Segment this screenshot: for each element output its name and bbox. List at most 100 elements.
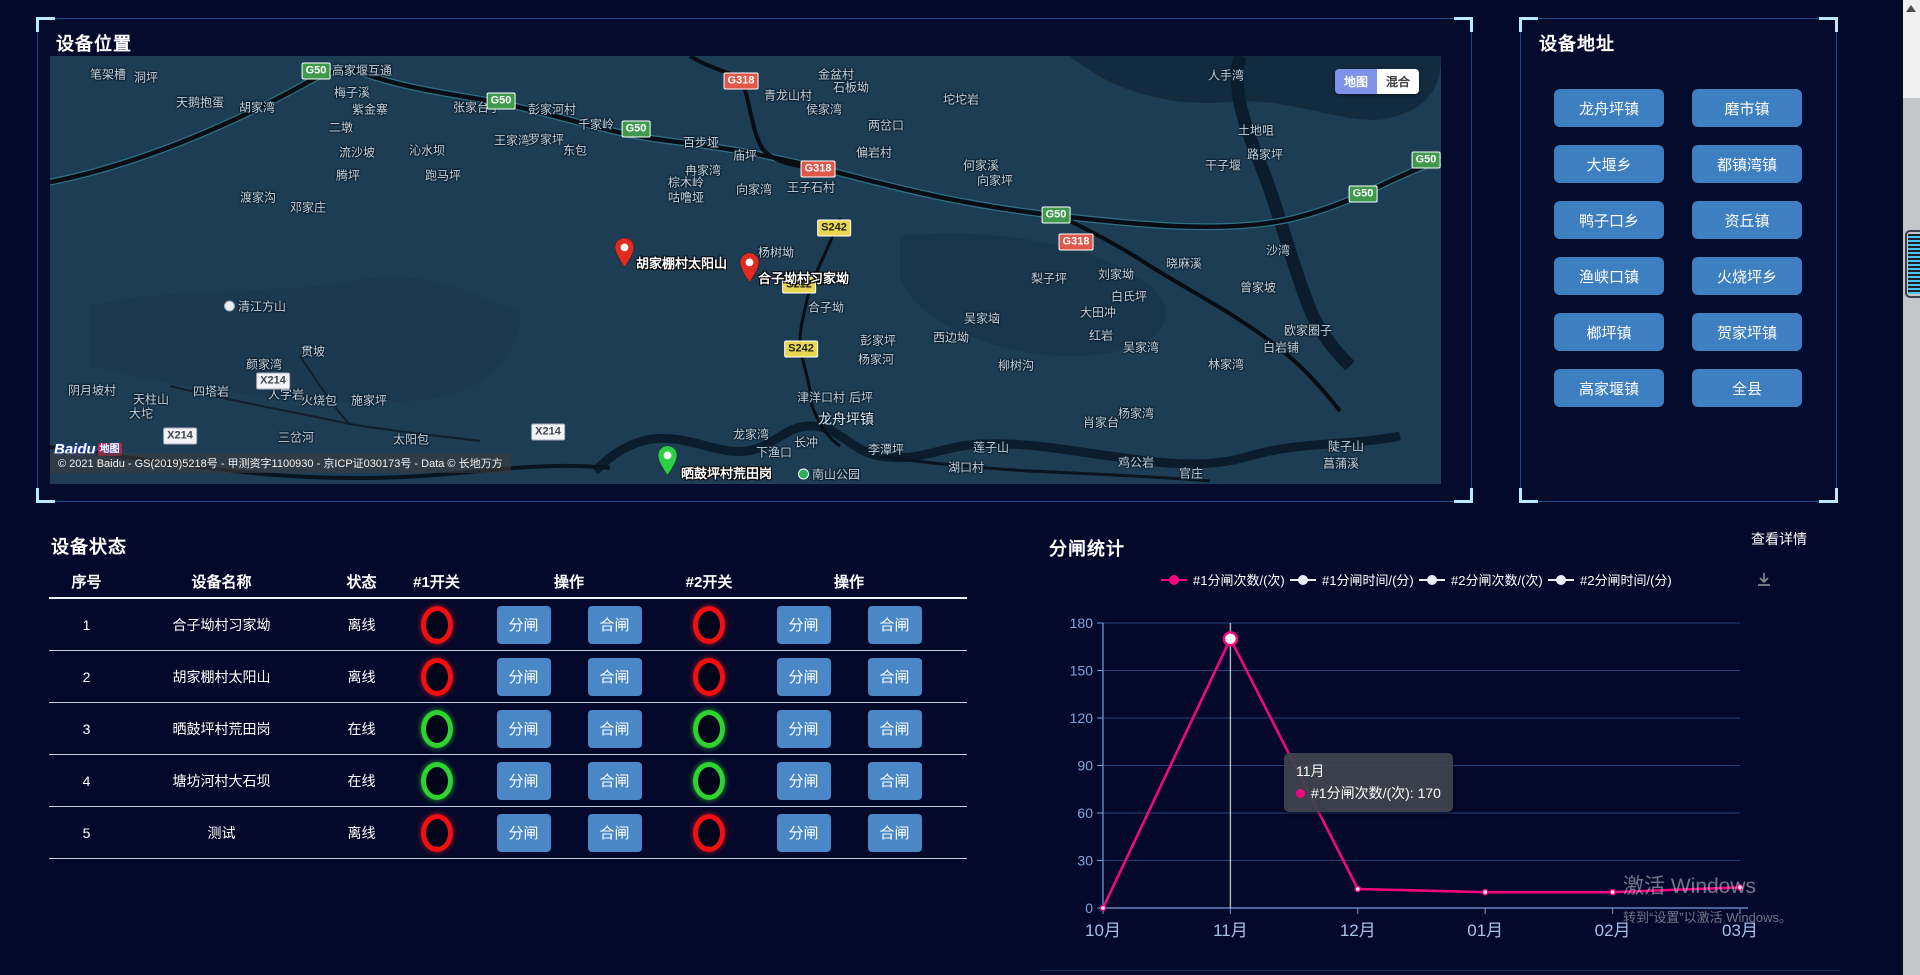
map-place-label: 火烧包 — [301, 392, 337, 409]
address-button-11[interactable]: 高家堰镇 — [1554, 369, 1664, 407]
address-button-12[interactable]: 全县 — [1692, 369, 1802, 407]
cell-status: 离线 — [319, 823, 404, 843]
svg-text:01月: 01月 — [1467, 921, 1503, 940]
map-marker-pin[interactable] — [614, 237, 635, 273]
open-switch-button[interactable]: 分闸 — [497, 814, 551, 852]
open-switch-button[interactable]: 分闸 — [497, 606, 551, 644]
chart-svg[interactable]: 030609012015018010月11月12月01月02月03月 — [1040, 525, 1840, 970]
switch-2-green-indicator-icon — [693, 762, 725, 800]
map-labels: 笔架槽洞坪天鹅抱蛋胡家湾高家堰互通梅子溪紫金寨二墩流沙坡沁水坝王家湾腾坪跑马坪渡… — [50, 56, 1441, 484]
map-marker-pin[interactable] — [739, 252, 760, 288]
close-switch-button[interactable]: 合闸 — [868, 762, 922, 800]
map-place-label: 肖家台 — [1083, 414, 1119, 431]
map-place-label: 四塔岩 — [193, 383, 229, 400]
map-place-label: 路家坪 — [1247, 146, 1283, 163]
map-place-label: 大田冲 — [1080, 304, 1116, 321]
map-place-label: 庙坪 — [733, 147, 757, 164]
address-button-10[interactable]: 贺家坪镇 — [1692, 313, 1802, 351]
map-place-label: 莲子山 — [973, 439, 1009, 456]
table-row: 3晒鼓坪村荒田岗在线分闸合闸分闸合闸 — [49, 703, 967, 755]
switch-2-green-indicator-icon — [693, 710, 725, 748]
map-place-label: 龙舟坪镇 — [818, 409, 874, 429]
cell-operations: 分闸合闸 — [469, 710, 669, 748]
switch-1-green-indicator-icon — [421, 710, 453, 748]
close-switch-button[interactable]: 合闸 — [868, 710, 922, 748]
switch-1-red-indicator-icon — [421, 814, 453, 852]
svg-text:60: 60 — [1077, 805, 1093, 821]
map-place-label: 官庄 — [1179, 465, 1203, 482]
address-button-5[interactable]: 鸭子口乡 — [1554, 201, 1664, 239]
close-switch-button[interactable]: 合闸 — [868, 606, 922, 644]
switch-1-red-indicator-icon — [421, 606, 453, 644]
map-place-label: 百步垭 — [683, 134, 719, 151]
address-button-4[interactable]: 都镇湾镇 — [1692, 145, 1802, 183]
map-place-label: 千家岭 — [578, 116, 614, 133]
close-switch-button[interactable]: 合闸 — [588, 710, 642, 748]
map-marker-label: 胡家棚村太阳山 — [636, 253, 727, 272]
cell-switch-indicator — [404, 606, 469, 644]
svg-text:10月: 10月 — [1085, 921, 1121, 940]
browser-scrollbar[interactable] — [1903, 0, 1920, 975]
corner-bracket — [1819, 488, 1838, 503]
close-switch-button[interactable]: 合闸 — [868, 814, 922, 852]
map-place-label: 阴月坡村 — [68, 382, 116, 399]
close-switch-button[interactable]: 合闸 — [588, 606, 642, 644]
map-place-label: 向家坪 — [977, 172, 1013, 189]
map-place-label: 偏岩村 — [856, 144, 892, 161]
address-button-8[interactable]: 火烧坪乡 — [1692, 257, 1802, 295]
cell-device-name: 胡家棚村太阳山 — [124, 667, 319, 687]
map-place-label: 龙家湾 — [733, 426, 769, 443]
map-type-option-map[interactable]: 地图 — [1335, 69, 1377, 94]
address-button-2[interactable]: 磨市镇 — [1692, 89, 1802, 127]
map-place-label: 红岩 — [1089, 327, 1113, 344]
open-switch-button[interactable]: 分闸 — [497, 658, 551, 696]
column-header: #2开关 — [669, 571, 749, 592]
dashboard-page: { "map_panel": { "title": "设备位置", "map_t… — [0, 0, 1920, 975]
device-status-panel: 设备状态 序号设备名称状态#1开关操作#2开关操作1合子坳村习家坳离线分闸合闸分… — [49, 527, 969, 867]
map-marker-pin[interactable] — [657, 445, 678, 481]
open-switch-button[interactable]: 分闸 — [777, 658, 831, 696]
baidu-map[interactable]: 笔架槽洞坪天鹅抱蛋胡家湾高家堰互通梅子溪紫金寨二墩流沙坡沁水坝王家湾腾坪跑马坪渡… — [50, 56, 1441, 484]
corner-bracket — [36, 488, 55, 503]
road-badge-S242: S242 — [784, 341, 818, 358]
map-place-label: 向家湾 — [736, 181, 772, 198]
open-switch-button[interactable]: 分闸 — [777, 606, 831, 644]
open-switch-button[interactable]: 分闸 — [497, 762, 551, 800]
close-switch-button[interactable]: 合闸 — [588, 762, 642, 800]
map-place-label: 梨子坪 — [1031, 270, 1067, 287]
road-badge-G318: G318 — [801, 161, 836, 178]
address-panel-title: 设备地址 — [1539, 30, 1615, 56]
cell-operations: 分闸合闸 — [469, 762, 669, 800]
close-switch-button[interactable]: 合闸 — [868, 658, 922, 696]
cell-switch-indicator — [404, 762, 469, 800]
open-switch-button[interactable]: 分闸 — [497, 710, 551, 748]
open-switch-button[interactable]: 分闸 — [777, 814, 831, 852]
address-button-1[interactable]: 龙舟坪镇 — [1554, 89, 1664, 127]
table-row: 1合子坳村习家坳离线分闸合闸分闸合闸 — [49, 599, 967, 651]
address-button-7[interactable]: 渔峡口镇 — [1554, 257, 1664, 295]
map-place-label: 流沙坡 — [339, 144, 375, 161]
map-place-label: 罗家坪 — [528, 131, 564, 148]
cell-switch-indicator — [669, 762, 749, 800]
address-button-9[interactable]: 榔坪镇 — [1554, 313, 1664, 351]
scroll-up-arrow-icon[interactable] — [1906, 5, 1916, 12]
cell-switch-indicator — [669, 606, 749, 644]
svg-text:12月: 12月 — [1340, 921, 1376, 940]
cell-device-name: 晒鼓坪村荒田岗 — [124, 719, 319, 739]
close-switch-button[interactable]: 合闸 — [588, 814, 642, 852]
scrollbar-thumb[interactable] — [1905, 230, 1920, 298]
address-button-3[interactable]: 大堰乡 — [1554, 145, 1664, 183]
close-switch-button[interactable]: 合闸 — [588, 658, 642, 696]
map-place-label: 邓家庄 — [290, 199, 326, 216]
open-switch-button[interactable]: 分闸 — [777, 710, 831, 748]
map-place-label: 合子坳 — [808, 299, 844, 316]
map-place-label: 沙湾 — [1266, 242, 1290, 259]
map-place-label: 紫金寨 — [352, 101, 388, 118]
device-status-table: 序号设备名称状态#1开关操作#2开关操作1合子坳村习家坳离线分闸合闸分闸合闸2胡… — [49, 566, 967, 859]
column-header: 操作 — [469, 571, 669, 592]
map-place-label: 吴家垴 — [964, 310, 1000, 327]
open-switch-button[interactable]: 分闸 — [777, 762, 831, 800]
svg-text:120: 120 — [1070, 710, 1094, 726]
address-button-6[interactable]: 资丘镇 — [1692, 201, 1802, 239]
map-type-option-hybrid[interactable]: 混合 — [1377, 69, 1419, 94]
